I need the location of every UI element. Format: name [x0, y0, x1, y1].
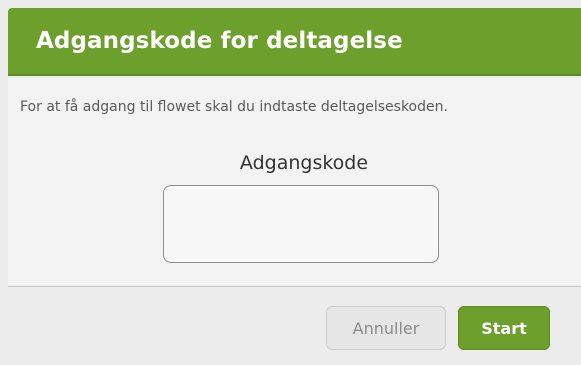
dialog-title: Adgangskode for deltagelse	[36, 28, 403, 54]
start-button[interactable]: Start	[458, 306, 550, 350]
dialog-body: For at få adgang til flowet skal du indt…	[8, 78, 581, 285]
access-code-input[interactable]	[163, 185, 439, 263]
access-code-dialog: Adgangskode for deltagelse For at få adg…	[0, 0, 581, 365]
instruction-text: For at få adgang til flowet skal du indt…	[20, 99, 448, 115]
dialog-header: Adgangskode for deltagelse	[8, 8, 581, 76]
dialog-footer: Annuller Start	[8, 287, 581, 365]
access-code-label: Adgangskode	[239, 152, 369, 174]
cancel-button[interactable]: Annuller	[326, 306, 446, 350]
